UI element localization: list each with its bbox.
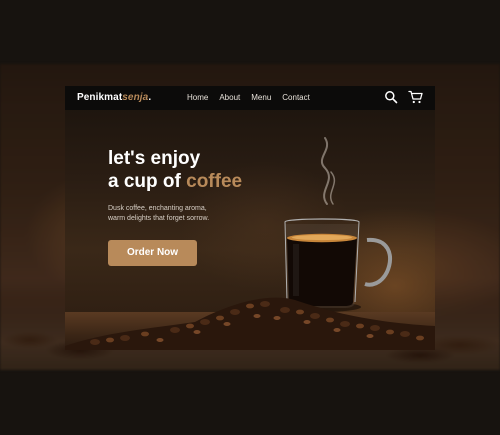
nav-item-home[interactable]: Home [187, 93, 208, 102]
hero-title: let's enjoy a cup of coffee [108, 147, 242, 193]
steam-graphic [320, 137, 336, 205]
hero-subtitle: Dusk coffee, enchanting aroma, warm deli… [108, 204, 209, 223]
order-now-button[interactable]: Order Now [108, 240, 197, 266]
hero-title-line-2: a cup of coffee [108, 170, 242, 193]
brand-main: Penikmat [77, 92, 123, 103]
hero-title-prefix: a cup of [108, 171, 187, 192]
hero-title-line-1: let's enjoy [108, 148, 201, 169]
hero-title-accent: coffee [186, 171, 243, 192]
search-icon[interactable] [384, 90, 398, 104]
brand-logo[interactable]: Penikmatsenja. [77, 92, 151, 103]
brand-suffix: . [148, 92, 152, 103]
brand-accent: senja [122, 92, 149, 103]
nav-links: Home About Menu Contact [187, 93, 310, 102]
nav-item-menu[interactable]: Menu [251, 93, 271, 102]
coffee-beans-pile [65, 297, 435, 350]
nav-item-contact[interactable]: Contact [282, 93, 310, 102]
landing-page-card: Penikmatsenja. Home About Menu Contact l… [65, 86, 435, 350]
hero-subtitle-line-2: warm delights that forget sorrow. [108, 214, 210, 222]
navbar: Penikmatsenja. Home About Menu Contact [65, 86, 435, 110]
nav-item-about[interactable]: About [219, 93, 240, 102]
nav-icons [384, 90, 423, 104]
hero-subtitle-line-1: Dusk coffee, enchanting aroma, [108, 205, 207, 212]
cart-icon[interactable] [408, 90, 423, 104]
